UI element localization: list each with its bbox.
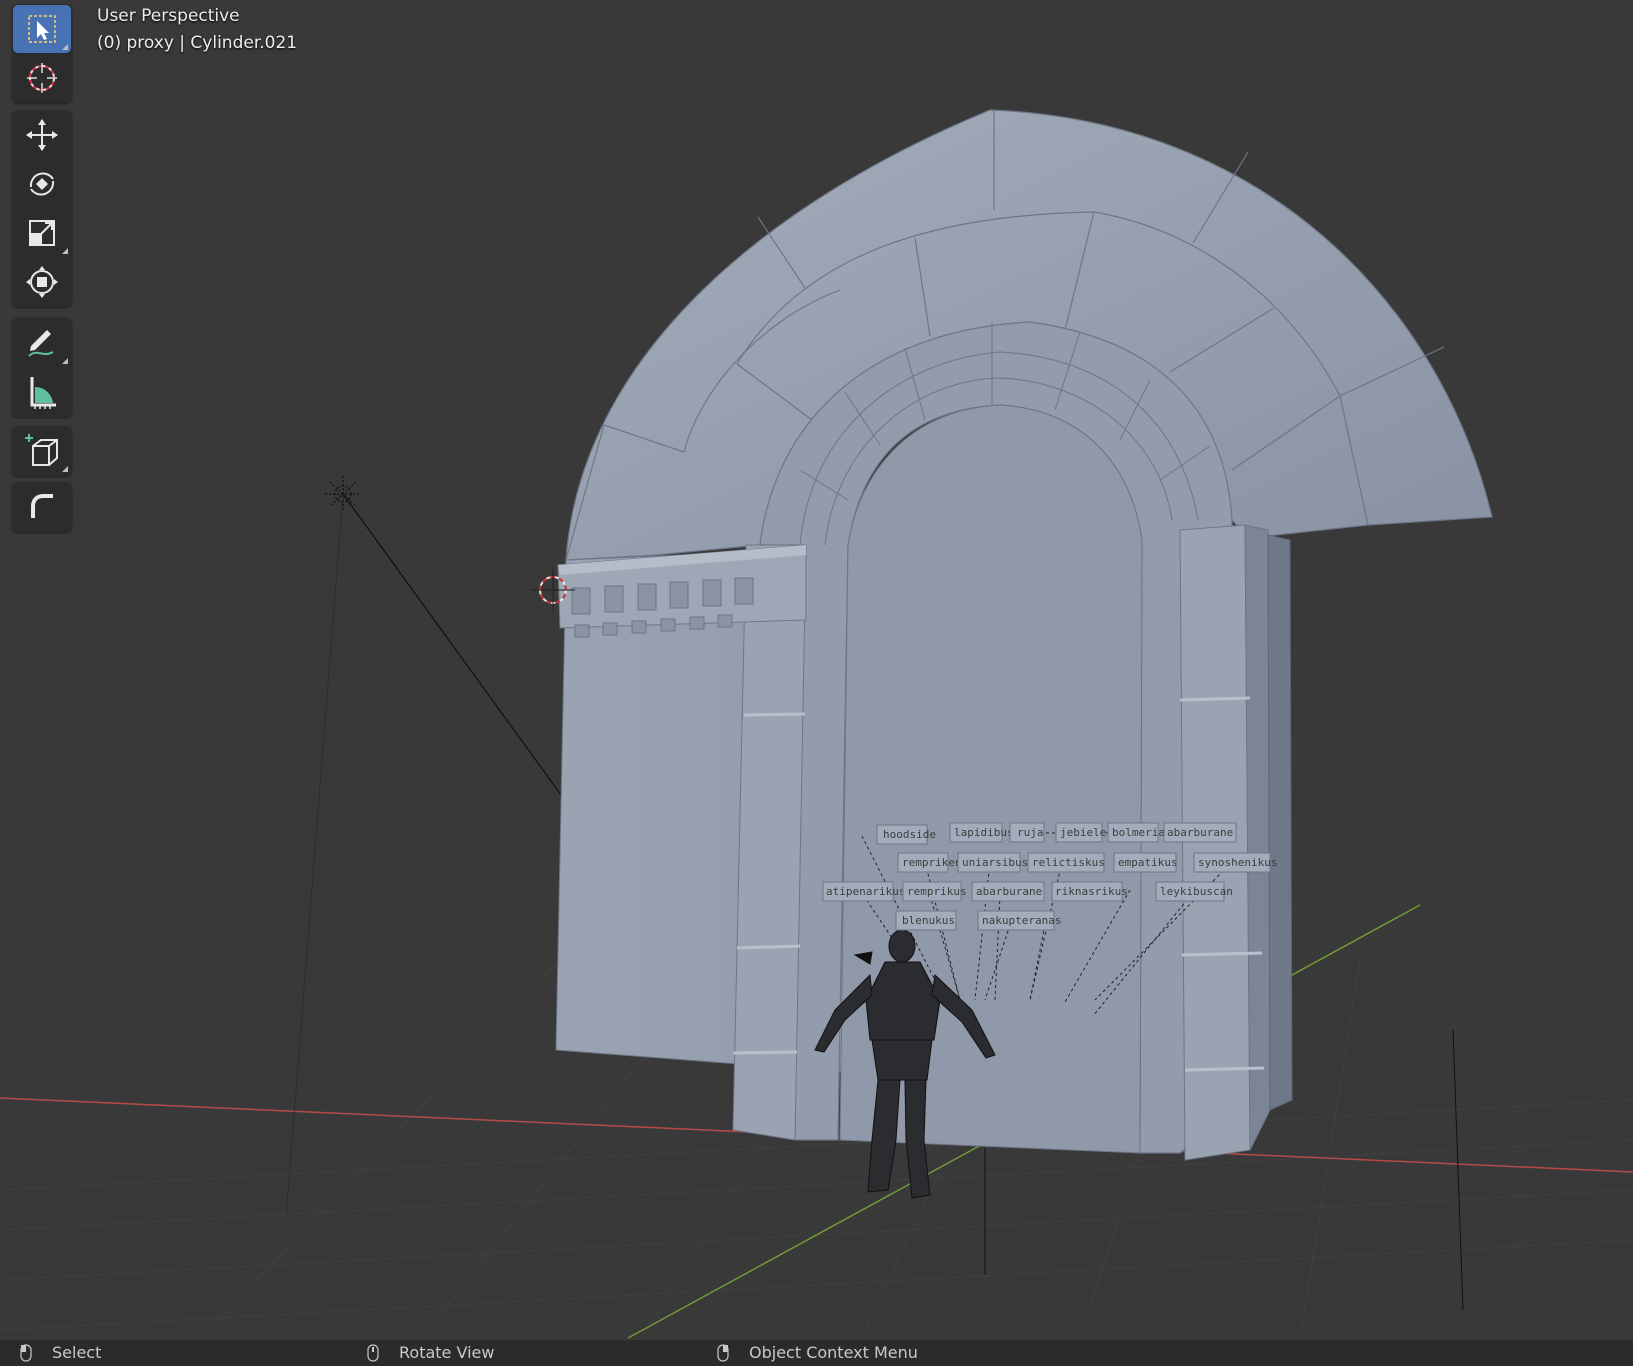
rotate-tool[interactable] [13,160,71,208]
select-box-icon [28,15,56,43]
tool-group-annotate [12,318,72,417]
tool-group-transform [12,110,72,307]
move-icon [26,119,58,151]
scene-label: blenukus [902,914,955,927]
measure-tool[interactable] [13,368,71,416]
select-box-tool[interactable] [13,5,71,53]
annotate-tool[interactable] [13,319,71,367]
transform-tool[interactable] [13,258,71,306]
camera-line [1452,1029,1464,1311]
scene-label: lapidibus [954,826,1014,839]
scene-label: ruja [1017,826,1044,839]
status-select-label: Select [52,1343,102,1362]
view-name: User Perspective [97,6,240,26]
tool-group-edit [12,482,72,532]
scene-label: uniarsibus [962,856,1028,869]
transform-icon [26,266,58,298]
scale-icon [29,220,55,246]
cursor-icon [27,63,57,93]
scene-label: hoodside [883,828,936,841]
tool-group-add [12,426,72,476]
scene-label: riknasrikus [1055,885,1128,898]
scene-label: leykibuscan [1160,885,1233,898]
status-bar: Select Rotate View Object Context Menu [0,1340,1633,1366]
status-rotate-label: Rotate View [399,1343,495,1362]
rotate-icon [29,172,55,196]
mouse-middle-icon [367,1343,379,1362]
scene-label: bolmeria [1112,826,1165,839]
active-object-info: (0) proxy | Cylinder.021 [97,33,298,53]
measure-icon [30,377,56,409]
status-select: Select [20,1343,101,1362]
scene-label: abarburane [976,885,1042,898]
3d-viewport[interactable]: hoodside lapidibus ruja jebiele bolmeria… [0,0,1633,1340]
scene-label: synoshenikus [1198,856,1277,869]
scene-label: rempriken [902,856,962,869]
move-tool[interactable] [13,111,71,159]
cursor-tool[interactable] [13,54,71,102]
status-context-label: Object Context Menu [749,1343,918,1362]
add-cube-icon [25,434,58,466]
mouse-right-icon [717,1343,729,1362]
add-cube-tool[interactable] [13,427,71,475]
label-row-4: blenukus nakupteranas [895,910,1061,931]
mouse-left-icon [20,1343,32,1362]
scene-label: abarburane [1167,826,1233,839]
scene-label: jebiele [1060,826,1106,839]
scene-label: atipenarikus [826,885,905,898]
status-context-menu: Object Context Menu [717,1343,918,1362]
annotate-icon [28,330,54,357]
scene-render: hoodside lapidibus ruja jebiele bolmeria… [0,109,1633,1340]
bevel-icon [31,494,53,518]
scene-label: empatikus [1118,856,1178,869]
scene-label: nakupteranas [982,914,1061,927]
bevel-tool[interactable] [13,483,71,531]
label-row-3: atipenarikus remprikus abarburane riknas… [822,881,1233,902]
status-rotate: Rotate View [367,1343,494,1362]
tool-group-select [12,4,72,103]
scale-tool[interactable] [13,209,71,257]
scene-label: remprikus [907,885,967,898]
scene-label: relictiskus [1032,856,1105,869]
